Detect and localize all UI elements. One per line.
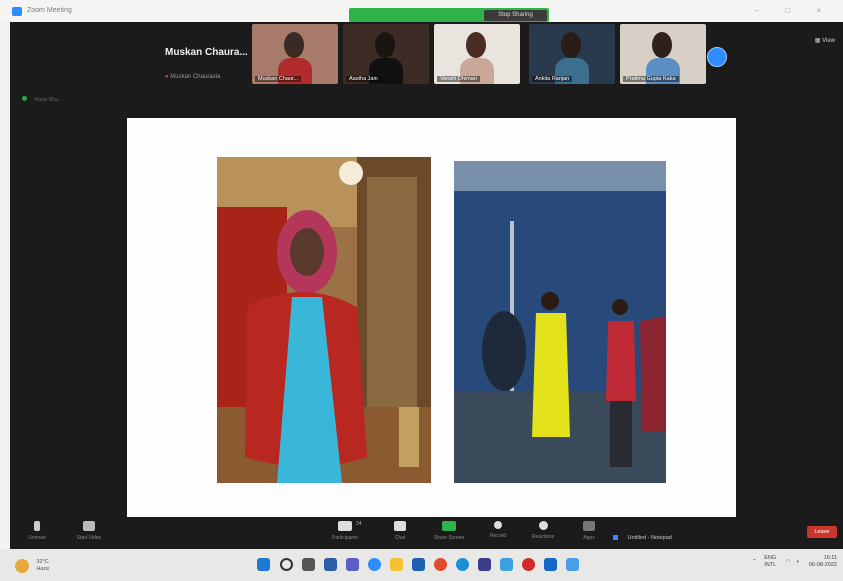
- window-controls[interactable]: – □ ×: [755, 6, 833, 15]
- share-screen-icon: [442, 521, 456, 531]
- participant-tile[interactable]: Muskan Chaur...: [252, 24, 338, 84]
- shared-screen-slide: [127, 118, 736, 517]
- share-screen-label: Share Screen: [433, 535, 465, 541]
- notepad-icon: [613, 535, 618, 541]
- notepad-label: Untitled - Notepad: [627, 535, 672, 541]
- video-camera-icon: [83, 521, 95, 531]
- chat-icon: [394, 521, 406, 531]
- language-indicator[interactable]: ENG INTL: [764, 555, 776, 569]
- participants-icon: [338, 521, 352, 531]
- search-icon[interactable]: [280, 558, 293, 571]
- clock[interactable]: 16:11 06-08-2022: [809, 555, 837, 569]
- reactions-icon: [538, 521, 548, 530]
- unmute-label: Unmute: [28, 535, 46, 541]
- mic-muted-icon: ●: [165, 74, 169, 80]
- participants-button[interactable]: 24 Participants: [320, 521, 370, 541]
- participant-name: Muskan Chaur...: [255, 76, 302, 82]
- start-icon[interactable]: [257, 558, 270, 571]
- stop-share-button[interactable]: Stop Sharing: [484, 10, 547, 21]
- clock-time: 16:11: [823, 555, 837, 561]
- record-button[interactable]: Record: [473, 521, 523, 539]
- notepad-notification[interactable]: Untitled - Notepad: [613, 535, 672, 541]
- leave-button[interactable]: Leave: [807, 526, 837, 538]
- chrome-icon[interactable]: [434, 558, 447, 571]
- participant-face: [375, 32, 395, 58]
- view-label: View: [822, 38, 835, 44]
- unmute-button[interactable]: Unmute: [12, 521, 62, 541]
- zoom-taskbar-icon[interactable]: [368, 558, 381, 571]
- meeting-toolbar: Unmute Start Video 24 Participants Chat …: [10, 515, 843, 549]
- slide-photo-left: [217, 157, 431, 483]
- os-taskbar: 32°C Haze ⌃ ENG INTL ◠ ◖ 16:11 06-08-2022: [0, 549, 843, 581]
- weather-desc: Haze: [36, 565, 50, 572]
- participant-tile[interactable]: Ankita Ranjan: [529, 24, 615, 84]
- participant-face: [561, 32, 581, 58]
- participant-face: [466, 32, 486, 58]
- lang-sub: INTL: [764, 562, 777, 568]
- participant-name: Pratima Gupta Kaka: [623, 76, 679, 82]
- next-participants-button[interactable]: [707, 47, 727, 67]
- lang-code: ENG: [764, 555, 777, 561]
- weather-temp: 32°C: [36, 558, 49, 565]
- weather-icon: [15, 558, 29, 573]
- share-screen-button[interactable]: Share Screen: [424, 521, 474, 541]
- record-icon: [494, 521, 502, 529]
- system-tray: ⌃ ENG INTL ◠ ◖ 16:11 06-08-2022: [752, 555, 837, 569]
- store-icon[interactable]: [478, 558, 491, 571]
- participant-tile[interactable]: Aastha Jain: [343, 24, 429, 84]
- weather-text: 32°C Haze: [36, 559, 49, 573]
- view-button[interactable]: ▦ View: [815, 37, 835, 44]
- task-view-icon[interactable]: [302, 558, 315, 571]
- connection-status-icon: [22, 96, 27, 101]
- clock-date: 06-08-2022: [808, 562, 837, 568]
- start-video-label: Start Video: [76, 535, 102, 541]
- file-explorer-icon[interactable]: [390, 558, 403, 571]
- edge-icon[interactable]: [456, 558, 469, 571]
- mini-controls-row: Music Bha...: [22, 96, 62, 104]
- title-bar: Zoom Meeting Stop Sharing – □ ×: [0, 0, 843, 22]
- opera-icon[interactable]: [522, 558, 535, 571]
- apps-button[interactable]: Apps: [564, 521, 614, 541]
- participant-face: [652, 32, 672, 58]
- wifi-icon[interactable]: ◠: [786, 559, 791, 565]
- meeting-window: Muskan Chaura... ● Muskan Chaurasia Musk…: [10, 22, 843, 549]
- photos-icon[interactable]: [500, 558, 513, 571]
- participants-count: 24: [356, 521, 362, 527]
- reactions-label: Reactions: [531, 534, 555, 540]
- chat-label: Chat: [394, 535, 406, 541]
- mail-icon[interactable]: [412, 558, 425, 571]
- active-speaker-subtitle: ● Muskan Chaurasia: [165, 74, 220, 80]
- zoom-app-icon: [12, 7, 22, 16]
- window-title: Zoom Meeting: [27, 7, 72, 14]
- outlook-icon[interactable]: [544, 558, 557, 571]
- chat-teams-icon[interactable]: [346, 558, 359, 571]
- record-label: Record: [489, 533, 507, 539]
- chat-button[interactable]: Chat: [375, 521, 425, 541]
- microphone-icon: [34, 521, 40, 531]
- speaker-subtitle-text: Muskan Chaurasia: [170, 74, 221, 80]
- participant-name: Vanshi Dhiman: [437, 76, 480, 82]
- active-speaker-name: Muskan Chaura...: [165, 47, 248, 58]
- photo-right-art: [454, 161, 666, 483]
- apps-icon: [583, 521, 595, 531]
- reactions-button[interactable]: Reactions: [518, 521, 568, 540]
- widgets-icon[interactable]: [324, 558, 337, 571]
- slide-photo-right: [454, 161, 666, 483]
- mini-view-label: Music Bha...: [34, 97, 62, 103]
- notepad-taskbar-icon[interactable]: [566, 558, 579, 571]
- start-video-button[interactable]: Start Video: [64, 521, 114, 541]
- grid-icon: ▦: [814, 38, 823, 44]
- participant-face: [284, 32, 304, 58]
- volume-icon[interactable]: ◖: [796, 559, 799, 565]
- participants-label: Participants: [331, 535, 359, 541]
- apps-label: Apps: [583, 535, 595, 541]
- participant-name: Aastha Jain: [346, 76, 381, 82]
- photo-left-art: [217, 157, 431, 483]
- participant-tile[interactable]: Pratima Gupta Kaka: [620, 24, 706, 84]
- participant-name: Ankita Ranjan: [532, 76, 573, 82]
- tray-overflow-icon[interactable]: ⌃: [752, 559, 757, 565]
- weather-widget[interactable]: 32°C Haze: [15, 557, 49, 575]
- participant-tile[interactable]: Vanshi Dhiman: [434, 24, 520, 84]
